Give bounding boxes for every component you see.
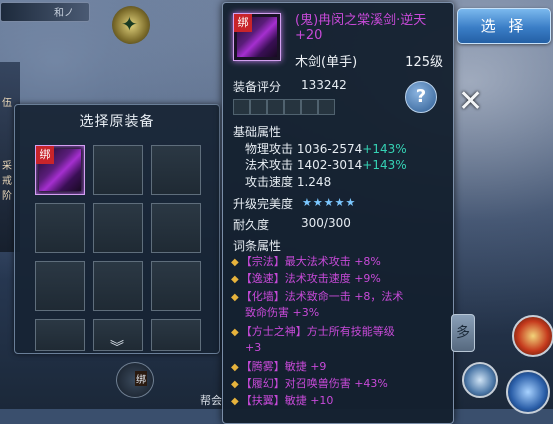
stat-value: 1.248: [296, 175, 332, 189]
equipment-slot[interactable]: [151, 261, 201, 311]
affix-row: ◆ 【化墙】法术致命一击 +8，法术: [231, 290, 404, 303]
chevron-down-icon[interactable]: ︾: [110, 337, 124, 357]
gem-socket: [301, 99, 318, 115]
affix-heading: 词条属性: [233, 239, 282, 253]
stat-name: 物理攻击: [245, 142, 294, 156]
stat-row: 攻击速度 1.248: [245, 173, 331, 190]
side-button[interactable]: 多: [451, 314, 475, 352]
affix-row: ◆ 【宗法】最大法术攻击 +8%: [231, 255, 381, 268]
stat-name: 法术攻击: [245, 158, 294, 172]
strip-text: 伍: [2, 98, 12, 109]
close-icon[interactable]: ✕: [458, 84, 483, 119]
equipment-slot[interactable]: [93, 261, 143, 311]
perfection-stars: ★★★★★: [302, 196, 357, 209]
item-icon: 绑: [233, 13, 281, 61]
bottom-text: 帮会: [200, 394, 222, 407]
item-name: (鬼)冉闵之棠溪剑·逆天 +20: [295, 13, 427, 43]
gem-socket: [267, 99, 284, 115]
gem-socket: [233, 99, 250, 115]
equipment-slot[interactable]: [151, 145, 201, 195]
item-tooltip: 绑 (鬼)冉闵之棠溪剑·逆天 +20 木剑(单手) 125级 装备评分 1332…: [222, 2, 454, 424]
bind-badge: 绑: [36, 146, 54, 164]
strip-text: 阶: [2, 191, 12, 202]
affix-row-continued: 致命伤害 +3%: [245, 306, 320, 319]
player-tag: 和ノ: [54, 8, 74, 19]
player-bar: [0, 2, 90, 22]
panel-title: 选择原装备: [79, 114, 155, 130]
skill-ice-icon[interactable]: [506, 370, 550, 414]
gem-socket: [250, 99, 267, 115]
stat-row: 物理攻击 1036-2574+143%: [245, 140, 407, 157]
perfection-label: 升级完美度: [233, 197, 294, 211]
equipment-slot[interactable]: [93, 145, 143, 195]
stat-value: 1402-3014: [296, 158, 363, 172]
guild-emblem-icon[interactable]: ✦: [112, 6, 150, 44]
affix-row: ◆ 【扶翼】敏捷 +10: [231, 394, 334, 407]
score-label: 装备评分: [233, 80, 282, 94]
gem-socket: [318, 99, 335, 115]
strip-text: 戒: [2, 176, 12, 187]
affix-row: ◆ 【逸速】法术攻击速度 +9%: [231, 272, 381, 285]
stat-name: 攻击速度: [245, 175, 294, 189]
bottom-chip[interactable]: 绑: [116, 362, 154, 398]
affix-row: ◆ 【方士之神】方士所有技能等级: [231, 325, 395, 338]
select-equipment-panel: 选择原装备 绑 ︾: [14, 104, 220, 357]
strip-text: 采: [2, 161, 12, 172]
skill-fire-icon[interactable]: [512, 315, 553, 357]
item-type: 木剑(单手): [295, 55, 358, 70]
stat-bonus: +143%: [362, 158, 407, 172]
skill-icon[interactable]: [462, 362, 498, 398]
bind-badge: 绑: [135, 371, 147, 386]
equipment-slot[interactable]: [93, 203, 143, 253]
equipment-slot[interactable]: [35, 261, 85, 311]
bind-badge: 绑: [234, 14, 252, 32]
gem-socket: [284, 99, 301, 115]
base-attr-heading: 基础属性: [233, 125, 282, 139]
select-button[interactable]: 选 择: [457, 8, 551, 44]
equipment-slot[interactable]: 绑: [35, 145, 85, 195]
equipment-slot[interactable]: [35, 319, 85, 351]
durability-value: 300/300: [301, 216, 351, 230]
equipment-slot[interactable]: [35, 203, 85, 253]
item-level: 125级: [405, 55, 443, 70]
equipment-slot[interactable]: [151, 203, 201, 253]
stat-bonus: +143%: [362, 142, 407, 156]
top-left-hud: 和ノ ✦: [0, 0, 215, 60]
affix-row: ◆ 【履幻】对召唤兽伤害 +43%: [231, 377, 388, 390]
score-value: 133242: [301, 78, 347, 92]
equipment-slot[interactable]: [151, 319, 201, 351]
help-button[interactable]: ?: [405, 81, 437, 113]
affix-row: ◆ 【腾雾】敏捷 +9: [231, 360, 327, 373]
stat-row: 法术攻击 1402-3014+143%: [245, 156, 407, 173]
durability-label: 耐久度: [233, 218, 270, 232]
stat-value: 1036-2574: [296, 142, 363, 156]
affix-row-continued: +3: [245, 341, 262, 354]
